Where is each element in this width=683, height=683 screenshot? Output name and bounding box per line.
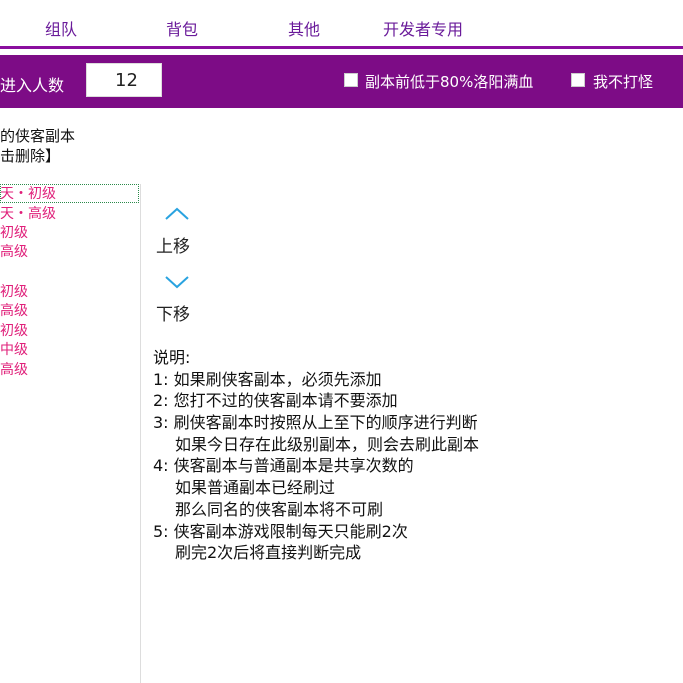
list-item[interactable]: 天・初级 [0, 185, 56, 204]
tab-team[interactable]: 组队 [45, 16, 77, 40]
settings-toolbar: 进入人数 副本前低于80%洛阳满血 我不打怪 [0, 55, 683, 108]
tab-backpack[interactable]: 背包 [166, 16, 198, 40]
player-count-input[interactable] [86, 63, 162, 97]
list-title-line1: 的侠客副本 [0, 127, 76, 145]
description-line: 5: 侠客副本游戏限制每天只能刷2次 [153, 521, 408, 541]
list-item[interactable]: 天・高级 [0, 205, 56, 224]
low-hp-checkbox[interactable] [344, 73, 358, 87]
chevron-down-icon [165, 276, 189, 289]
chevron-up-icon [165, 207, 189, 220]
list-title-line2: 击删除】 [0, 147, 61, 165]
move-up-button[interactable]: 上移 [154, 204, 204, 257]
low-hp-label: 副本前低于80%洛阳满血 [365, 73, 534, 91]
description-line: 4: 侠客副本与普通副本是共享次数的 [153, 456, 414, 476]
count-label: 进入人数 [0, 76, 65, 95]
list-item[interactable]: 高级 [0, 302, 28, 321]
description-line: 那么同名的侠客副本将不可刷 [175, 499, 384, 519]
tab-other[interactable]: 其他 [288, 16, 320, 40]
tab-developer[interactable]: 开发者专用 [383, 16, 463, 40]
list-item[interactable]: 初级 [0, 224, 28, 243]
list-item[interactable]: 初级 [0, 322, 28, 341]
description-line: 2: 您打不过的侠客副本请不要添加 [153, 391, 398, 411]
list-title: 的侠客副本 击删除】 [0, 126, 75, 166]
description-line: 如果普通副本已经刷过 [175, 478, 336, 498]
list-item[interactable]: 中级 [0, 341, 28, 360]
top-tab-bar: 组队 背包 其他 开发者专用 [0, 0, 683, 46]
move-down-label: 下移 [156, 305, 190, 325]
description-heading: 说明: [153, 348, 191, 367]
description-line: 3: 刷侠客副本时按照从上至下的顺序进行判断 [153, 413, 478, 433]
no-fight-checkbox[interactable] [571, 73, 585, 87]
tab-underline [0, 46, 683, 49]
list-item[interactable]: 初级 [0, 283, 28, 302]
description-line: 1: 如果刷侠客副本，必须先添加 [153, 369, 382, 389]
description-line: 如果今日存在此级别副本，则会去刷此副本 [175, 434, 480, 454]
list-item[interactable]: 高级 [0, 361, 28, 380]
move-down-button[interactable]: 下移 [154, 272, 204, 325]
move-up-label: 上移 [156, 237, 190, 257]
description-panel: 说明: 1: 如果刷侠客副本，必须先添加 2: 您打不过的侠客副本请不要添加 3… [153, 347, 479, 564]
no-fight-label: 我不打怪 [593, 73, 654, 91]
description-line: 刷完2次后将直接判断完成 [175, 543, 362, 563]
list-item[interactable]: 高级 [0, 243, 28, 262]
